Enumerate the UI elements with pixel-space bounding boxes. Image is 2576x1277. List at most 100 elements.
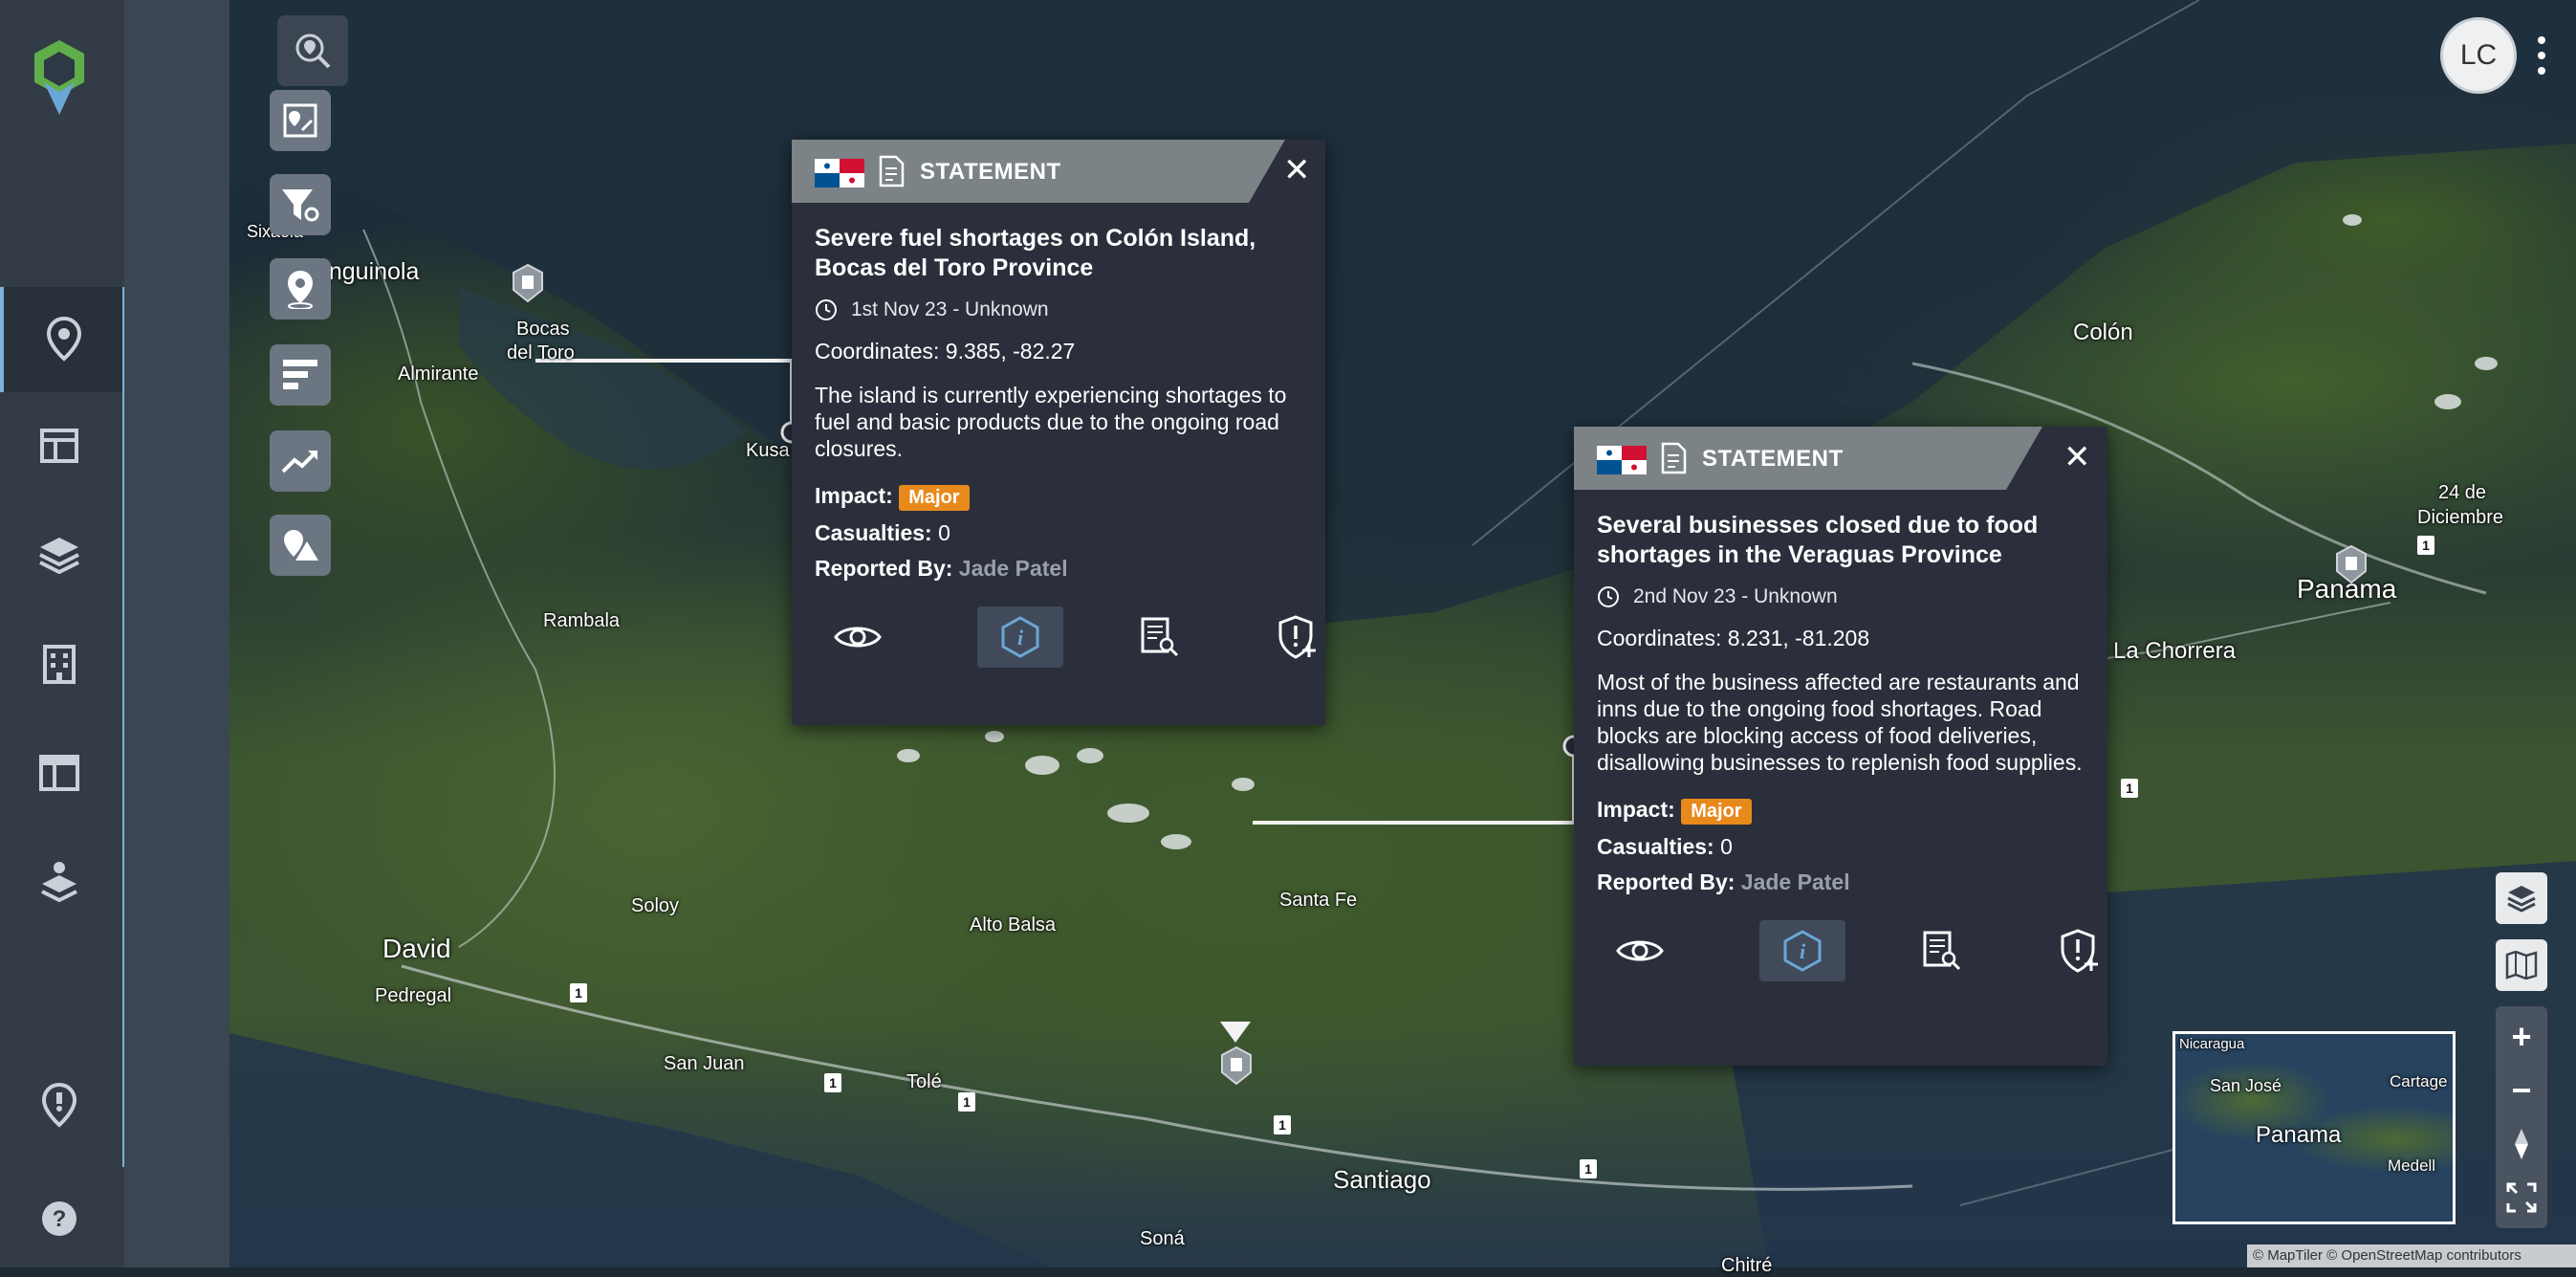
popup-title: Severe fuel shortages on Colón Island, B…	[815, 225, 1256, 281]
table-layout-icon	[39, 755, 79, 791]
zoom-out-button[interactable]: −	[2496, 1064, 2547, 1117]
casualties-value: 0	[938, 520, 950, 545]
road-marker: 1	[1580, 1159, 1597, 1178]
document-search-icon	[1923, 931, 1961, 971]
more-menu-button[interactable]	[2534, 36, 2549, 75]
map-place-label: Kusa	[746, 440, 790, 461]
info-button[interactable]: i	[1759, 920, 1845, 981]
shield-alert-plus-icon	[1278, 615, 1316, 659]
nav-stack[interactable]	[29, 851, 90, 913]
popup-description: Most of the business affected are restau…	[1597, 670, 2083, 775]
popup-description: The island is currently experiencing sho…	[815, 383, 1287, 461]
nav-dashboard[interactable]	[29, 415, 90, 476]
popup-header: STATEMENT ✕	[792, 140, 1325, 203]
user-avatar[interactable]: LC	[2440, 17, 2517, 94]
map-place-label: Santa Fe	[1279, 890, 1358, 911]
location-button[interactable]	[270, 258, 331, 319]
map-warning-icon	[284, 530, 318, 561]
document-search-button[interactable]	[1899, 920, 1985, 981]
map-place-label: Soloy	[631, 895, 680, 916]
popup-header: STATEMENT ✕	[1574, 427, 2107, 490]
main-sidebar: ?	[0, 0, 124, 1267]
compass-icon	[2515, 1129, 2528, 1159]
view-button[interactable]	[815, 606, 901, 668]
svg-text:i: i	[1017, 626, 1024, 650]
event-marker-bocas[interactable]	[512, 264, 544, 302]
map-place-label: 24 de	[2438, 482, 2487, 503]
layers-icon	[2507, 886, 2536, 913]
trend-button[interactable]	[270, 430, 331, 492]
document-icon	[1661, 442, 1687, 474]
location-icon	[288, 271, 313, 309]
eye-icon	[834, 627, 882, 648]
reported-label: Reported By:	[1597, 870, 1736, 894]
map-warning-button[interactable]	[270, 515, 331, 576]
close-button[interactable]: ✕	[1283, 151, 1311, 189]
popup-title: Several businesses closed due to food sh…	[1597, 512, 2039, 568]
map-toolbar	[124, 0, 331, 1267]
view-button[interactable]	[1597, 920, 1683, 981]
add-alert-button[interactable]	[2037, 920, 2123, 981]
map-place-label: Chitré	[1721, 1255, 1773, 1276]
map-place-label: La Chorrera	[2113, 638, 2237, 664]
minimap-label: Medell	[2388, 1156, 2436, 1175]
road-marker: 1	[2121, 779, 2138, 798]
map-style-button[interactable]	[2496, 939, 2547, 991]
minimap-label: Nicaragua	[2179, 1036, 2245, 1052]
panama-flag-icon	[815, 159, 864, 187]
map-place-label: Soná	[1140, 1228, 1185, 1249]
layers-toggle-button[interactable]	[2496, 872, 2547, 924]
popup-time: 2nd Nov 23 - Unknown	[1597, 585, 2085, 608]
clock-icon	[1598, 586, 1619, 607]
popup-time: 1st Nov 23 - Unknown	[815, 298, 1302, 321]
nav-ideas[interactable]	[29, 1077, 90, 1138]
nav-map[interactable]	[0, 287, 124, 392]
impact-badge: Major	[899, 485, 970, 511]
overview-minimap[interactable]: Nicaragua San José Panama Cartage Medell	[2172, 1031, 2456, 1224]
map-report-button[interactable]	[270, 90, 331, 151]
filter-button[interactable]	[270, 174, 331, 235]
event-marker-panama[interactable]	[2335, 545, 2368, 583]
compass-button[interactable]	[2496, 1117, 2547, 1171]
map-place-label: Almirante	[398, 363, 479, 385]
nav-buildings[interactable]	[29, 633, 90, 694]
bar-list-icon	[283, 360, 317, 389]
popup-impact: Impact: Major	[815, 483, 1302, 511]
map-place-label: Bocas	[516, 319, 570, 340]
info-icon: i	[1001, 616, 1039, 658]
event-marker-veraguas[interactable]	[1220, 1046, 1253, 1085]
trend-icon	[281, 451, 317, 473]
add-alert-button[interactable]	[1255, 606, 1341, 668]
casualties-label: Casualties:	[815, 520, 932, 545]
nav-help[interactable]: ?	[29, 1188, 90, 1249]
reporter-name: Jade Patel	[1740, 870, 1850, 894]
map-place-label: Pedregal	[375, 985, 452, 1006]
zoom-controls: + −	[2496, 1006, 2547, 1228]
popup-impact: Impact: Major	[1597, 797, 2085, 825]
fullscreen-button[interactable]	[2496, 1171, 2547, 1224]
document-search-button[interactable]	[1117, 606, 1203, 668]
info-button[interactable]: i	[977, 606, 1063, 668]
popup-type-label: STATEMENT	[920, 159, 1061, 185]
casualties-value: 0	[1720, 834, 1733, 859]
map-place-label: Alto Balsa	[970, 914, 1057, 936]
folded-map-icon	[2505, 951, 2538, 980]
map-attribution[interactable]: © MapTiler © OpenStreetMap contributors	[2247, 1244, 2576, 1267]
app-logo	[34, 40, 84, 115]
panama-flag-icon	[1597, 446, 1647, 474]
eye-icon	[1616, 940, 1664, 961]
popup-time-text: 1st Nov 23 - Unknown	[851, 298, 1049, 320]
impact-label: Impact:	[815, 483, 893, 508]
nav-table-layout[interactable]	[29, 742, 90, 804]
zoom-in-button[interactable]: +	[2496, 1010, 2547, 1064]
list-button[interactable]	[270, 344, 331, 406]
map-place-label: San Juan	[664, 1053, 745, 1074]
stack-icon	[41, 862, 77, 903]
close-button[interactable]: ✕	[2063, 438, 2091, 476]
map-place-label: del Toro	[507, 342, 575, 363]
road-marker: 1	[2417, 536, 2434, 555]
idea-pin-icon	[41, 1083, 77, 1128]
map-report-icon	[283, 103, 317, 138]
nav-layers[interactable]	[29, 524, 90, 585]
map-search-button[interactable]	[277, 15, 348, 86]
